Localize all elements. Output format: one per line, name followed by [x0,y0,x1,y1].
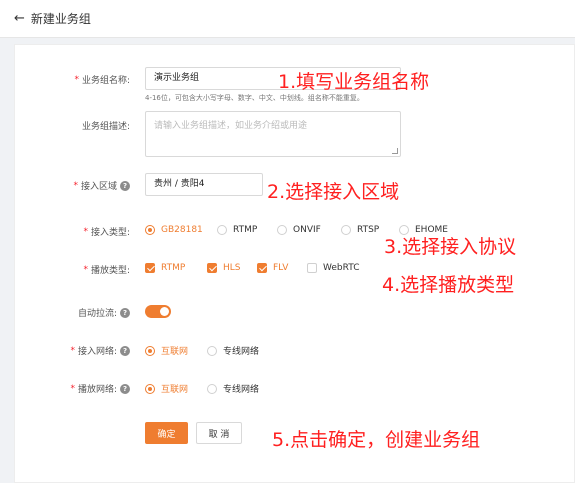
radio-icon [207,383,217,394]
option-label: GB28181 [161,225,203,235]
play-type-option-webrtc[interactable]: WebRTC [307,263,359,273]
checkbox-checked-icon [207,263,217,273]
radio-checked-icon [145,345,155,356]
required-mark: * [83,226,88,237]
radio-icon [277,225,287,235]
play-type-option-hls[interactable]: HLS [207,263,257,273]
play-type-option-rtmp[interactable]: RTMP [145,263,207,273]
play-net-label-text: 播放网络: [77,385,117,395]
radio-icon [341,225,351,235]
protocol-option-onvif[interactable]: ONVIF [277,225,341,235]
radio-checked-icon [145,383,155,394]
option-label: RTMP [233,225,258,235]
radio-icon [217,225,227,235]
name-label: * 业务组名称: [74,73,130,87]
play-net-radio-group: 互联网 专线网络 [145,382,259,395]
help-icon[interactable]: ? [120,180,130,191]
name-hint: 4-16位，可包含大小写字母、数字、中文、中划线。组名称不能重复。 [145,94,364,102]
option-label: 专线网络 [223,385,260,395]
annotation-step3: 3.选择接入协议 [384,236,517,258]
radio-checked-icon [145,225,155,235]
checkbox-checked-icon [257,263,267,273]
play-net-label: * 播放网络: ? [70,382,130,395]
region-label-text: 接入区域 [80,182,117,192]
checkbox-icon [307,263,317,273]
form-card: * 业务组名称: 演示业务组 4-16位，可包含大小写字母、数字、中文、中划线。… [14,44,575,483]
annotation-step4: 4.选择播放类型 [382,274,515,296]
access-net-label: * 接入网络: ? [70,344,130,357]
help-icon[interactable]: ? [120,383,130,394]
auto-pull-toggle[interactable] [145,305,171,318]
back-arrow-icon[interactable]: ← [14,11,25,26]
option-label: 专线网络 [223,347,260,357]
page-header: ← 新建业务组 [0,0,575,38]
resize-grip-icon[interactable] [392,148,398,154]
play-net-option-private[interactable]: 专线网络 [207,382,259,395]
protocol-label-text: 接入类型: [90,228,130,238]
help-icon[interactable]: ? [120,307,130,318]
option-label: RTMP [161,263,186,273]
protocol-label: * 接入类型: [83,225,130,239]
option-label: HLS [223,263,241,273]
required-mark: * [73,180,78,191]
required-mark: * [83,264,88,275]
protocol-option-gb28181[interactable]: GB28181 [145,225,217,235]
protocol-option-rtmp[interactable]: RTMP [217,225,277,235]
annotation-step5: 5.点击确定，创建业务组 [272,429,481,451]
play-type-label-text: 播放类型: [90,266,130,276]
page-title: 新建业务组 [30,12,91,26]
required-mark: * [74,74,79,85]
radio-icon [207,345,217,356]
required-mark: * [70,383,75,394]
confirm-button[interactable]: 确定 [145,422,188,444]
name-label-text: 业务组名称: [81,76,130,86]
auto-pull-label-text: 自动拉流: [77,309,117,319]
access-net-radio-group: 互联网 专线网络 [145,344,259,357]
region-select[interactable]: 贵州 / 贵阳4 [145,173,263,196]
option-label: FLV [273,263,289,273]
option-label: RTSP [357,225,380,235]
option-label: 互联网 [161,385,189,395]
desc-label: 业务组描述: [81,122,130,132]
checkbox-checked-icon [145,263,155,273]
help-icon[interactable]: ? [120,345,130,356]
play-type-label: * 播放类型: [83,263,130,277]
access-net-label-text: 接入网络: [77,347,117,357]
access-net-option-private[interactable]: 专线网络 [207,344,259,357]
desc-placeholder: 请输入业务组描述，如业务介绍或用途 [154,121,308,131]
option-label: WebRTC [323,263,360,273]
cancel-button[interactable]: 取 消 [196,422,242,444]
group-desc-textarea[interactable]: 请输入业务组描述，如业务介绍或用途 [145,111,401,157]
annotation-step2: 2.选择接入区域 [267,181,400,203]
access-net-option-internet[interactable]: 互联网 [145,344,207,357]
option-label: 互联网 [161,347,189,357]
play-type-option-flv[interactable]: FLV [257,263,307,273]
play-net-option-internet[interactable]: 互联网 [145,382,207,395]
annotation-step1: 1.填写业务组名称 [278,71,430,93]
required-mark: * [70,345,75,356]
play-type-checkbox-group: RTMP HLS FLV WebRTC [145,263,359,273]
option-label: ONVIF [293,225,321,235]
auto-pull-label: 自动拉流: ? [78,306,130,319]
region-label: * 接入区域 ? [73,179,130,192]
